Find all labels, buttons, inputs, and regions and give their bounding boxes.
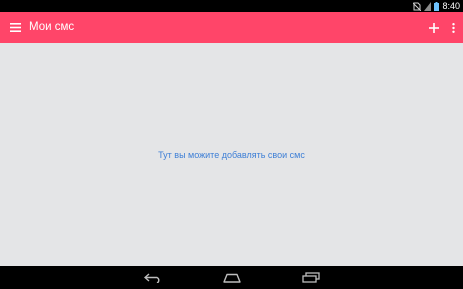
battery-icon [434,1,440,11]
page-title: Мои смс [29,21,75,33]
add-sms-button[interactable] [426,19,442,36]
no-sim-icon [413,2,422,11]
menu-icon [9,23,21,32]
more-vert-icon [451,22,455,33]
sms-list-area: Тут вы можите добавлять свои смс [0,43,463,266]
system-navigation-bar [0,266,463,289]
menu-button[interactable] [6,19,24,36]
signal-icon [424,1,432,11]
add-icon [429,22,439,33]
app-toolbar: Мои смс [0,12,463,43]
recents-button[interactable] [296,268,326,287]
status-time: 8:40 [442,1,460,11]
empty-state-message: Тут вы можите добавлять свои смс [158,150,305,160]
status-bar: 8:40 [0,0,463,12]
overflow-menu-button[interactable] [446,19,460,36]
status-icons: 8:40 [413,0,460,12]
back-icon [144,272,160,283]
recents-icon [302,272,320,283]
home-button[interactable] [217,268,247,287]
home-icon [223,273,241,283]
back-button[interactable] [138,268,168,287]
